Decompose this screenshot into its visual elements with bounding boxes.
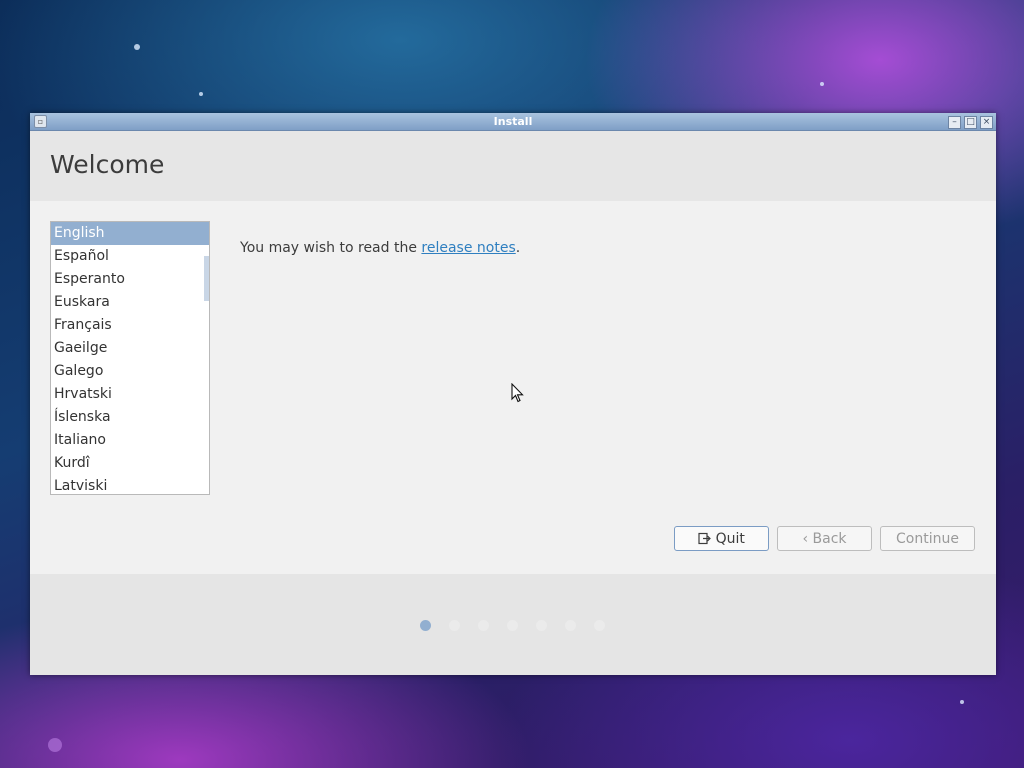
- release-notes-prefix: You may wish to read the: [240, 240, 422, 256]
- language-item-esperanto[interactable]: Esperanto: [51, 268, 209, 291]
- release-notes-suffix: .: [515, 240, 521, 256]
- minimize-icon[interactable]: –: [948, 116, 961, 129]
- release-notes-text: You may wish to read the release notes.: [240, 240, 520, 256]
- language-item-english[interactable]: English: [51, 222, 209, 245]
- language-item-galego[interactable]: Galego: [51, 360, 209, 383]
- language-item-francais[interactable]: Français: [51, 314, 209, 337]
- language-item-hrvatski[interactable]: Hrvatski: [51, 383, 209, 406]
- progress-dot-1: [420, 620, 431, 631]
- quit-label: Quit: [715, 531, 745, 547]
- page-header: Welcome: [30, 131, 996, 201]
- progress-dot-6: [565, 620, 576, 631]
- progress-footer: [30, 574, 996, 675]
- back-label: Back: [812, 531, 847, 547]
- star-decoration: [199, 92, 203, 96]
- window-title: Install: [493, 115, 533, 128]
- progress-dot-3: [478, 620, 489, 631]
- scrollbar-thumb[interactable]: [204, 256, 209, 301]
- language-list[interactable]: English Español Esperanto Euskara França…: [50, 221, 210, 495]
- progress-dot-4: [507, 620, 518, 631]
- language-item-latviski[interactable]: Latviski: [51, 475, 209, 494]
- page-title: Welcome: [50, 150, 165, 179]
- language-item-islenska[interactable]: Íslenska: [51, 406, 209, 429]
- exit-icon: [698, 532, 711, 545]
- language-item-gaeilge[interactable]: Gaeilge: [51, 337, 209, 360]
- progress-dot-2: [449, 620, 460, 631]
- star-decoration: [960, 700, 964, 704]
- progress-dot-5: [536, 620, 547, 631]
- quit-button[interactable]: Quit: [674, 526, 769, 551]
- close-icon[interactable]: ×: [980, 116, 993, 129]
- star-decoration: [134, 44, 140, 50]
- release-notes-link[interactable]: release notes: [421, 240, 515, 256]
- star-decoration: [820, 82, 824, 86]
- star-decoration: [48, 738, 62, 752]
- maximize-icon[interactable]: □: [964, 116, 977, 129]
- language-item-kurdi[interactable]: Kurdî: [51, 452, 209, 475]
- title-bar[interactable]: ▫ Install – □ ×: [30, 113, 996, 131]
- progress-dot-7: [594, 620, 605, 631]
- language-item-euskara[interactable]: Euskara: [51, 291, 209, 314]
- back-button[interactable]: ‹ Back: [777, 526, 872, 551]
- mouse-cursor-icon: [511, 383, 524, 403]
- continue-button[interactable]: Continue: [880, 526, 975, 551]
- continue-label: Continue: [896, 531, 959, 547]
- chevron-left-icon: ‹: [802, 531, 809, 547]
- language-item-espanol[interactable]: Español: [51, 245, 209, 268]
- language-item-italiano[interactable]: Italiano: [51, 429, 209, 452]
